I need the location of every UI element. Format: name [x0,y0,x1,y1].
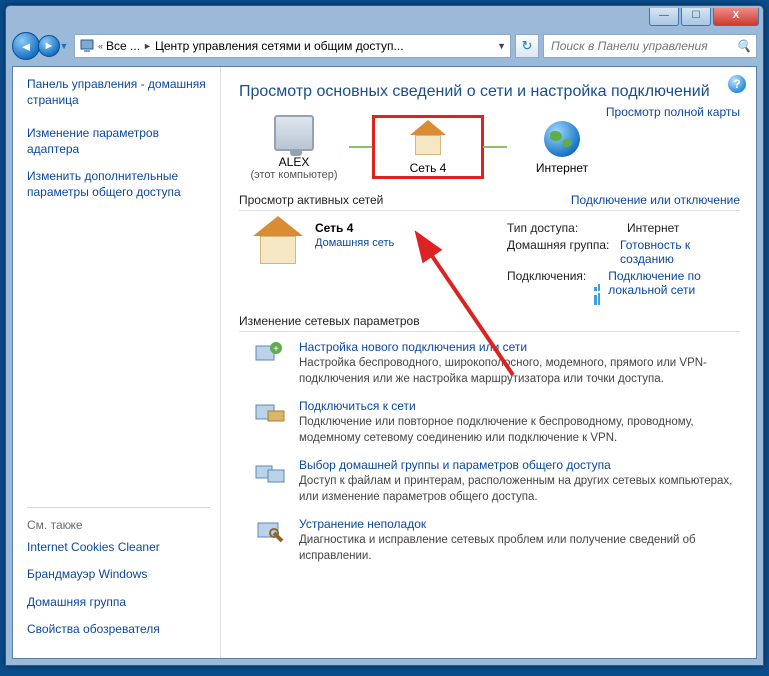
network-map: Просмотр полной карты ALEX (этот компьют… [239,107,740,187]
crumb-2[interactable]: Центр управления сетями и общим доступ..… [155,39,404,53]
active-net-info: Сеть 4 Домашняя сеть [315,221,495,300]
client-area: ? Панель управления - домашняя страница … [12,66,757,659]
section-change-settings: Изменение сетевых параметров [239,314,740,332]
task-icon-homegroup [253,458,287,505]
active-net-icon [253,221,303,300]
task-desc: Подключение или повторное подключение к … [299,415,740,446]
task-desc: Настройка беспроводного, широкополосного… [299,356,740,387]
active-networks-row: Сеть 4 Домашняя сеть Тип доступа: Интерн… [239,213,740,310]
full-map-link[interactable]: Просмотр полной карты [606,105,740,119]
sidebar-also-homegroup[interactable]: Домашняя группа [27,595,210,611]
breadcrumb[interactable]: « Все ... ► Центр управления сетями и об… [74,34,511,58]
task-title[interactable]: Устранение неполадок [299,517,426,531]
node-net-label: Сеть 4 [373,161,483,175]
active-net-type-link[interactable]: Домашняя сеть [315,237,394,249]
crumb-refresh-dd[interactable]: ▼ [497,41,506,51]
page-title: Просмотр основных сведений о сети и наст… [239,83,740,101]
task-troubleshoot[interactable]: Устранение неполадок Диагностика и испра… [253,517,740,564]
kv-homegroup-link[interactable]: Готовность к созданию [620,238,690,266]
active-net-details: Тип доступа: Интернет Домашняя группа: Г… [507,221,740,300]
sidebar-also-cookies[interactable]: Internet Cookies Cleaner [27,540,210,556]
kv-homegroup-label: Домашняя группа: [507,238,620,266]
sidebar-also-browser[interactable]: Свойства обозревателя [27,622,210,638]
kv-connections-label: Подключения: [507,269,594,297]
refresh-button[interactable]: ↻ [515,34,539,58]
task-new-connection[interactable]: + Настройка нового подключения или сети … [253,340,740,387]
crumb-1[interactable]: Все ... [106,39,140,53]
back-button[interactable]: ◄ [12,32,40,60]
node-pc-label: ALEX [239,155,349,169]
task-title[interactable]: Настройка нового подключения или сети [299,340,527,354]
kv-connections-link[interactable]: Подключение по локальной сети [608,269,740,297]
node-pc-sub: (этот компьютер) [239,169,349,181]
main-content: Просмотр основных сведений о сети и наст… [221,67,756,658]
close-button[interactable]: X [713,8,759,26]
sidebar-home-link[interactable]: Панель управления - домашняя страница [27,77,210,108]
cp-icon [79,37,95,56]
search-input[interactable] [549,38,731,54]
connector [349,146,373,148]
crumb-overflow[interactable]: « [98,41,103,51]
task-desc: Диагностика и исправление сетевых пробле… [299,533,740,564]
task-title[interactable]: Выбор домашней группы и параметров общег… [299,458,611,472]
task-desc: Доступ к файлам и принтерам, расположенн… [299,474,740,505]
nav-buttons: ◄ ► ▼ [12,32,70,60]
search-icon: 🔍 [736,39,751,53]
section-active-networks: Просмотр активных сетей Подключение или … [239,193,740,211]
sidebar-link-adapter[interactable]: Изменение параметров адаптера [27,126,210,157]
see-also-label: См. также [27,518,210,532]
node-internet[interactable]: Интернет [507,119,617,175]
kv-access-type-label: Тип доступа: [507,221,627,235]
task-title[interactable]: Подключиться к сети [299,399,416,413]
window-frame: — ☐ X ◄ ► ▼ « Все ... ► Центр управления… [5,5,764,666]
address-bar: ◄ ► ▼ « Все ... ► Центр управления сетям… [6,28,763,66]
task-connect-network[interactable]: Подключиться к сети Подключение или повт… [253,399,740,446]
titlebar: — ☐ X [6,6,763,28]
crumb-sep: ► [143,41,152,51]
task-icon-connect [253,399,287,446]
sidebar: Панель управления - домашняя страница Из… [13,67,221,658]
maximize-button[interactable]: ☐ [681,8,711,26]
nav-history-dropdown[interactable]: ▼ [58,41,70,51]
minimize-button[interactable]: — [649,8,679,26]
connect-disconnect-link[interactable]: Подключение или отключение [571,193,740,207]
node-this-pc[interactable]: ALEX (этот компьютер) [239,113,349,181]
node-network[interactable]: Сеть 4 [373,116,483,178]
active-net-name: Сеть 4 [315,221,495,235]
sidebar-link-sharing[interactable]: Изменить дополнительные параметры общего… [27,169,210,200]
search-box[interactable]: 🔍 [543,34,757,58]
task-homegroup[interactable]: Выбор домашней группы и параметров общег… [253,458,740,505]
forward-button[interactable]: ► [38,35,60,57]
svg-text:+: + [273,344,279,355]
house-icon [410,123,446,155]
kv-access-type-value: Интернет [627,221,679,235]
sidebar-also-firewall[interactable]: Брандмауэр Windows [27,567,210,583]
task-icon-new-connection: + [253,340,287,387]
task-icon-troubleshoot [253,517,287,564]
globe-icon [544,121,580,157]
monitor-icon [274,115,314,151]
connector [483,146,507,148]
lan-signal-icon [594,277,604,289]
node-internet-label: Интернет [507,161,617,175]
